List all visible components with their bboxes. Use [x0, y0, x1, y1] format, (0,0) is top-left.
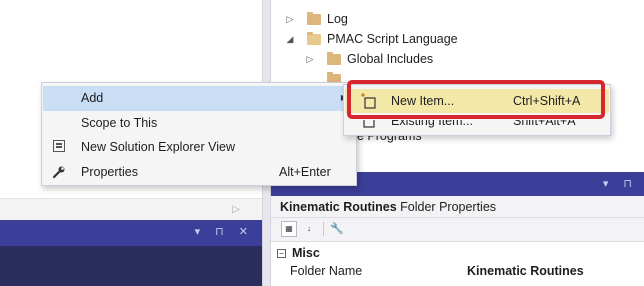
horizontal-scrollbar[interactable]: ▷ [0, 198, 262, 220]
tree-item-log[interactable]: ▷ Log [283, 10, 348, 28]
menu-item-label: Add [81, 91, 104, 105]
left-dock-header: ▾ ⊓ ✕ [0, 220, 262, 246]
folder-icon [327, 51, 341, 65]
menu-item-label: New Solution Explorer View [81, 140, 236, 154]
menu-item-shortcut: Ctrl+Shift+A [513, 94, 581, 108]
property-value[interactable]: Kinematic Routines [467, 264, 584, 278]
category-label: Misc [292, 246, 320, 260]
folder-icon [307, 11, 321, 25]
add-submenu: New Item... Ctrl+Shift+A Existing Item..… [343, 84, 611, 136]
solution-explorer-icon [51, 140, 67, 156]
collapse-icon[interactable]: ◢ [283, 34, 297, 45]
properties-toolbar: ▦ ↓ 🔧 [271, 218, 644, 242]
wrench-icon [51, 165, 67, 181]
property-pages-icon[interactable]: 🔧 [329, 221, 345, 237]
menu-item-new-solution-explorer-view[interactable]: New Solution Explorer View [43, 135, 355, 160]
expand-icon[interactable]: ▷ [283, 14, 297, 25]
menu-item-label: New Item... [391, 94, 455, 108]
expand-icon[interactable]: ▷ [303, 54, 317, 65]
collapse-category-icon[interactable]: − [277, 248, 286, 258]
properties-dock-controls[interactable]: ▾ ⊓ [603, 177, 638, 190]
properties-object-type: Folder Properties [396, 200, 497, 214]
menu-item-scope-to-this[interactable]: Scope to This [43, 111, 355, 136]
menu-item-new-item[interactable]: New Item... Ctrl+Shift+A [345, 89, 609, 113]
left-dock-body [0, 246, 262, 286]
new-item-icon [361, 93, 377, 109]
menu-item-properties[interactable]: Properties Alt+Enter [43, 160, 355, 185]
menu-item-label: Existing Item... [391, 120, 473, 128]
property-row-folder-name[interactable]: Folder Name Kinematic Routines [271, 262, 644, 280]
menu-item-existing-item[interactable]: Existing Item... Shift+Alt+A [345, 120, 609, 130]
tree-item-label: Log [327, 12, 348, 26]
alphabetical-sort-icon[interactable]: ↓ [301, 221, 317, 237]
context-menu: Add ▶ Scope to This New Solution Explore… [41, 82, 357, 186]
folder-open-icon [307, 31, 321, 45]
toolbar-separator [323, 222, 324, 236]
tree-item-global-includes[interactable]: ▷ Global Includes [303, 50, 433, 68]
tree-item-pmac-script-language[interactable]: ◢ PMAC Script Language [283, 30, 458, 48]
tree-item-label: Global Includes [347, 52, 434, 66]
scroll-right-icon[interactable]: ▷ [232, 204, 240, 215]
menu-item-label: Properties [81, 165, 138, 179]
menu-item-add[interactable]: Add ▶ [43, 86, 355, 111]
menu-item-shortcut: Shift+Alt+A [513, 120, 576, 128]
existing-item-icon [361, 120, 377, 130]
properties-object-name: Kinematic Routines [280, 200, 397, 214]
category-misc[interactable]: − Misc [271, 244, 320, 262]
menu-item-shortcut: Alt+Enter [279, 165, 331, 179]
properties-grid: − Misc Folder Name Kinematic Routines [271, 242, 644, 286]
tree-item-label: PMAC Script Language [327, 32, 458, 46]
properties-object-title: Kinematic Routines Folder Properties [271, 196, 644, 218]
categorized-icon[interactable]: ▦ [281, 221, 297, 237]
dock-controls[interactable]: ▾ ⊓ ✕ [195, 225, 254, 238]
menu-item-label: Scope to This [81, 116, 158, 130]
property-name: Folder Name [290, 264, 363, 278]
